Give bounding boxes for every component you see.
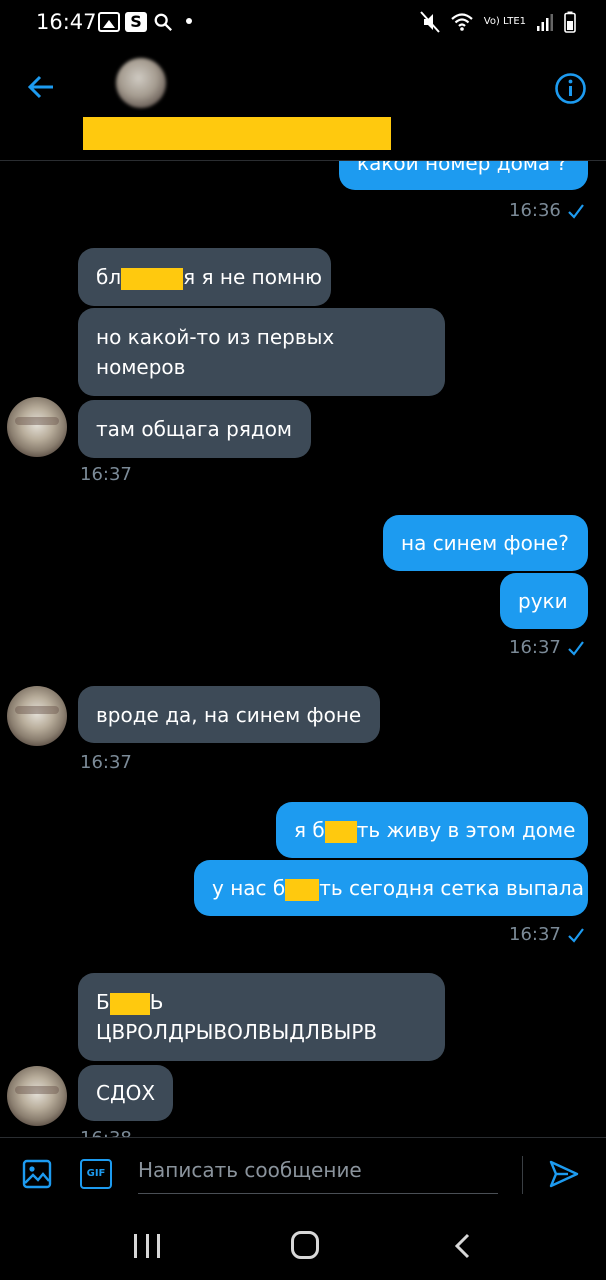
mute-icon — [420, 11, 440, 33]
more-notifications-dot — [186, 18, 192, 24]
signal-icon — [537, 14, 553, 31]
message-text: но какой-то из первых номеров — [96, 325, 335, 379]
wifi-icon — [451, 13, 473, 31]
nav-back-icon[interactable] — [452, 1232, 474, 1260]
message-text: там общага рядом — [96, 417, 293, 441]
battery-icon — [564, 11, 576, 33]
composer-divider — [522, 1156, 523, 1194]
status-bar: 16:47 S Vo) LTE1 — [0, 0, 606, 46]
message-timestamp: 16:36 — [509, 200, 561, 221]
message-timestamp: 16:37 — [80, 464, 132, 485]
text-redaction — [324, 820, 357, 843]
message-text: на синем фоне? — [401, 531, 569, 555]
message-list[interactable]: какой номер дома ? 16:36 бл я я не помню … — [0, 160, 606, 1137]
gif-icon[interactable]: GIF — [80, 1159, 112, 1189]
text-redaction — [109, 992, 150, 1015]
message-text: какой номер дома ? — [357, 160, 568, 175]
gallery-notification-icon — [98, 12, 120, 32]
outgoing-message[interactable]: я б ть живу в этом доме — [276, 802, 588, 858]
message-timestamp: 16:37 — [509, 924, 561, 945]
checkmark-icon — [568, 641, 584, 656]
message-timestamp: 16:38 — [80, 1128, 132, 1137]
outgoing-message[interactable]: руки — [500, 573, 588, 629]
contact-avatar[interactable] — [7, 397, 67, 457]
outgoing-message[interactable]: какой номер дома ? — [339, 160, 588, 190]
status-right-icons: Vo) LTE1 — [420, 10, 576, 34]
message-timestamp: 16:37 — [80, 752, 132, 773]
outgoing-message[interactable]: у нас б ть сегодня сетка выпала — [194, 860, 588, 916]
incoming-message[interactable]: но какой-то из первых номеров — [78, 308, 445, 396]
volte-indicator: Vo) LTE1 — [483, 16, 526, 27]
text-redaction — [121, 267, 184, 290]
system-navigation-bar — [0, 1215, 606, 1280]
message-text: руки — [518, 589, 568, 613]
message-text: я б ть живу в этом доме — [294, 818, 576, 843]
send-icon[interactable] — [548, 1159, 580, 1189]
message-text: вроде да, на синем фоне — [96, 702, 362, 727]
search-notification-icon — [154, 13, 172, 31]
image-icon[interactable] — [22, 1159, 52, 1189]
incoming-message[interactable]: вроде да, на синем фоне — [78, 686, 380, 743]
contact-avatar[interactable] — [116, 58, 166, 108]
info-icon[interactable] — [554, 72, 587, 105]
outgoing-message[interactable]: на синем фоне? — [383, 515, 588, 571]
s-notification-icon: S — [125, 12, 147, 32]
message-text: БЬ ЦВРОЛДРЫВОЛВЫДЛВЫРВ — [96, 990, 378, 1044]
recent-apps-icon[interactable] — [134, 1234, 160, 1258]
message-text: у нас б ть сегодня сетка выпала — [212, 876, 584, 901]
message-timestamp: 16:37 — [509, 637, 561, 658]
home-icon[interactable] — [291, 1231, 319, 1259]
message-text: бл я я не помню — [96, 265, 322, 290]
contact-avatar[interactable] — [7, 1066, 67, 1126]
conversation-header — [0, 46, 606, 161]
contact-avatar[interactable] — [7, 686, 67, 746]
incoming-message[interactable]: там общага рядом — [78, 400, 311, 458]
message-input[interactable] — [138, 1154, 498, 1194]
text-redaction — [285, 878, 320, 901]
checkmark-icon — [568, 928, 584, 943]
incoming-message[interactable]: БЬ ЦВРОЛДРЫВОЛВЫДЛВЫРВ — [78, 973, 445, 1061]
incoming-message[interactable]: бл я я не помню — [78, 248, 331, 306]
checkmark-icon — [568, 204, 584, 219]
incoming-message[interactable]: СДОХ — [78, 1065, 173, 1121]
message-composer: GIF — [0, 1137, 606, 1216]
contact-name-redaction[interactable] — [83, 117, 391, 150]
status-time: 16:47 — [36, 10, 97, 34]
message-text: СДОХ — [96, 1081, 156, 1105]
arrow-left-icon[interactable] — [26, 72, 56, 102]
